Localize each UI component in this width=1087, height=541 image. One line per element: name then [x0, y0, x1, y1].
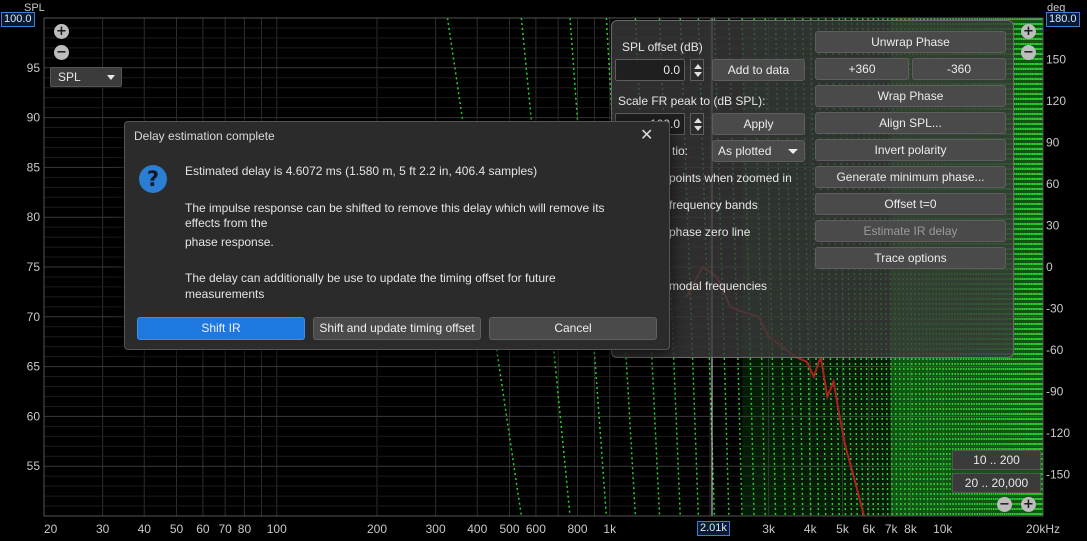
x-axis-tick-label: 600	[526, 522, 546, 536]
x-axis-tick-label: 10k	[933, 522, 953, 536]
ratio-label: tio:	[672, 144, 689, 158]
range-20-20000-button[interactable]: 20 .. 20,000	[952, 473, 1041, 493]
option-modal-frequencies[interactable]: modal frequencies	[669, 279, 767, 293]
left-axis-tick-label: 85	[27, 160, 41, 174]
chevron-down-icon	[788, 149, 798, 154]
x-axis-tick-label: 40	[138, 522, 152, 536]
trace-options-button[interactable]: Trace options	[815, 247, 1006, 269]
left-zoom-out-icon[interactable]: −	[54, 45, 69, 60]
right-zoom-in-icon[interactable]: +	[1021, 24, 1036, 39]
right-axis-tick-label: -30	[1046, 302, 1064, 316]
shift-and-update-timing-button[interactable]: Shift and update timing offset	[313, 317, 481, 340]
ratio-select[interactable]: As plotted	[712, 140, 805, 162]
close-icon[interactable]: ✕	[640, 125, 653, 144]
wrap-phase-button[interactable]: Wrap Phase	[815, 85, 1006, 107]
spl-offset-input[interactable]: 0.0	[615, 59, 685, 81]
x-axis-tick-label: 50	[170, 522, 184, 536]
x-axis-tick-label: 400	[467, 522, 487, 536]
chevron-down-icon	[107, 75, 115, 80]
left-zoom-in-icon[interactable]: +	[54, 24, 69, 39]
x-axis-tick-label: 70	[218, 522, 232, 536]
left-axis-tick-label: 80	[27, 210, 41, 224]
plus-360-button[interactable]: +360	[815, 58, 909, 80]
apply-button[interactable]: Apply	[712, 113, 805, 135]
left-axis-tick-label: 75	[27, 260, 41, 274]
range-10-200-button[interactable]: 10 .. 200	[952, 450, 1041, 470]
x-axis-tick-label: 300	[426, 522, 446, 536]
x-axis-tick-label: 5k	[836, 522, 850, 536]
spl-offset-label: SPL offset (dB)	[622, 40, 703, 54]
left-axis-tick-label: 90	[27, 111, 41, 125]
cursor-frequency-value: 2.01k	[697, 521, 730, 536]
left-axis-top-value[interactable]: 100.0	[1, 12, 35, 27]
dialog-shift-line-2: effects from the	[185, 216, 268, 230]
dialog-shift-line-3: phase response.	[185, 235, 274, 249]
right-axis-tick-label: 30	[1046, 219, 1060, 233]
trace-controls-panel: SPL offset (dB) 0.0 Add to data Scale FR…	[611, 20, 1014, 358]
right-axis-tick-label: -90	[1046, 385, 1064, 399]
x-axis-tick-label: 8k	[904, 522, 918, 536]
dialog-shift-line-1: The impulse response can be shifted to r…	[185, 201, 605, 215]
left-axis-tick-label: 70	[27, 310, 41, 324]
right-axis-top-value[interactable]: 180.0	[1046, 12, 1080, 27]
delay-estimation-dialog: Delay estimation complete ✕ ? Estimated …	[124, 121, 670, 350]
left-axis-ticks: 95 90 85 80 75 70 65 60 55	[27, 61, 41, 473]
trace-select-value: SPL	[58, 70, 81, 84]
x-axis-tick-label: 4k	[804, 522, 818, 536]
align-spl-button[interactable]: Align SPL...	[815, 112, 1006, 134]
question-icon: ?	[139, 165, 167, 193]
right-axis-tick-label: 120	[1046, 94, 1066, 108]
x-axis-tick-label: 1k	[603, 522, 617, 536]
x-axis-tick-label: 7k	[885, 522, 899, 536]
minus-360-button[interactable]: -360	[912, 58, 1006, 80]
estimate-ir-delay-button[interactable]: Estimate IR delay	[815, 220, 1006, 242]
x-axis-tick-label: 6k	[863, 522, 877, 536]
right-axis-tick-label: 90	[1046, 136, 1060, 150]
x-zoom-out-icon[interactable]: −	[997, 497, 1012, 512]
dialog-timing-line-2: measurements	[185, 287, 265, 301]
right-axis-tick-label: -120	[1046, 426, 1070, 440]
dialog-timing-line-1: The delay can additionally be use to upd…	[185, 271, 556, 285]
right-axis-tick-label: -60	[1046, 343, 1064, 357]
generate-minimum-phase-button[interactable]: Generate minimum phase...	[815, 166, 1006, 188]
x-axis-tick-label: 800	[567, 522, 587, 536]
right-zoom-out-icon[interactable]: −	[1021, 45, 1036, 60]
invert-polarity-button[interactable]: Invert polarity	[815, 139, 1006, 161]
left-axis-tick-label: 60	[27, 409, 41, 423]
x-axis-tick-label: 200	[367, 522, 387, 536]
ratio-select-value: As plotted	[718, 144, 772, 158]
right-axis-tick-label: 60	[1046, 177, 1060, 191]
x-axis-tick-label: 3k	[762, 522, 776, 536]
x-axis-tick-label: 60	[196, 522, 210, 536]
x-axis-tick-label: 500	[499, 522, 519, 536]
x-axis-tick-label: 80	[238, 522, 252, 536]
scale-fr-peak-label: Scale FR peak to (dB SPL):	[618, 94, 766, 108]
unwrap-phase-button[interactable]: Unwrap Phase	[815, 31, 1006, 53]
option-phase-zero-line[interactable]: phase zero line	[669, 225, 750, 239]
left-axis-tick-label: 65	[27, 360, 41, 374]
left-axis-tick-label: 95	[27, 61, 41, 75]
spl-offset-spinner[interactable]	[690, 59, 704, 81]
trace-select[interactable]: SPL	[50, 67, 122, 87]
x-axis-tick-label: 20kHz	[1026, 522, 1060, 536]
left-axis-tick-label: 55	[27, 459, 41, 473]
x-axis-tick-label: 20	[44, 522, 58, 536]
right-axis-tick-label: 0	[1046, 260, 1053, 274]
option-frequency-bands[interactable]: frequency bands	[669, 198, 758, 212]
right-axis-tick-label: -150	[1046, 468, 1070, 482]
option-points-zoomed[interactable]: points when zoomed in	[669, 171, 792, 185]
dialog-delay-line: Estimated delay is 4.6072 ms (1.580 m, 5…	[185, 164, 538, 178]
shift-ir-button[interactable]: Shift IR	[137, 317, 305, 340]
right-axis-tick-label: 150	[1046, 53, 1066, 67]
scale-fr-peak-spinner[interactable]	[690, 113, 704, 135]
x-axis-tick-label: 100	[267, 522, 287, 536]
offset-t0-button[interactable]: Offset t=0	[815, 193, 1006, 215]
dialog-title: Delay estimation complete	[134, 129, 275, 143]
x-zoom-in-icon[interactable]: +	[1021, 497, 1036, 512]
x-axis-tick-label: 30	[96, 522, 110, 536]
cancel-button[interactable]: Cancel	[489, 317, 657, 340]
add-to-data-button[interactable]: Add to data	[712, 59, 805, 81]
